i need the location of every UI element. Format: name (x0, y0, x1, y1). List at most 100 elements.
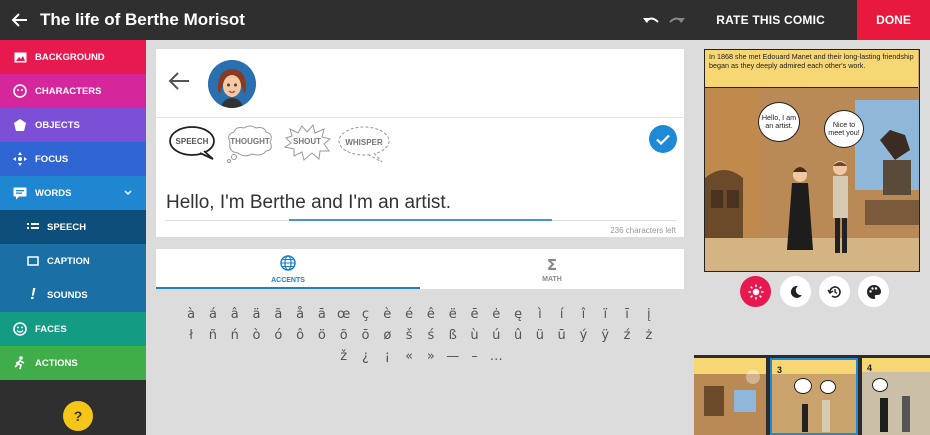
accent-char-button[interactable]: … (485, 349, 507, 364)
sidebar-item-background[interactable]: BACKGROUND (0, 40, 146, 74)
caption-box-icon (26, 254, 40, 268)
bubble-type-shout[interactable]: SHOUT (282, 124, 332, 164)
accent-char-button[interactable]: ù (464, 328, 486, 343)
redo-icon[interactable] (664, 0, 690, 40)
history-button[interactable] (819, 276, 850, 307)
comic-panel[interactable]: In 1868 she met Edouard Manet and their … (704, 49, 920, 272)
accent-char-button[interactable]: é (398, 307, 420, 322)
accent-char-button[interactable]: ā (311, 307, 333, 322)
accent-char-button[interactable]: à (180, 307, 202, 322)
panel-thumbnail[interactable] (694, 358, 766, 435)
tab-accents[interactable]: ACCENTS (156, 249, 420, 289)
sidebar-subitem-caption[interactable]: CAPTION (0, 244, 146, 278)
accent-char-button[interactable]: ō (355, 328, 377, 343)
accent-char-button[interactable]: ï (594, 307, 616, 322)
undo-icon[interactable] (638, 0, 664, 40)
help-button[interactable]: ? (63, 401, 93, 431)
sidebar-subitem-speech[interactable]: SPEECH (0, 210, 146, 244)
back-icon[interactable] (168, 67, 190, 98)
accent-char-button[interactable]: ú (485, 328, 507, 343)
face-icon (12, 83, 28, 99)
accent-char-button[interactable]: ÿ (594, 328, 616, 343)
accent-char-button[interactable]: ė (485, 307, 507, 322)
accent-char-button[interactable]: œ (333, 307, 355, 322)
tab-math[interactable]: Σ MATH (420, 249, 684, 289)
sidebar-item-words[interactable]: WORDS (0, 176, 146, 210)
accent-char-button[interactable]: « (398, 349, 420, 364)
bubble-type-speech[interactable]: SPEECH (168, 124, 216, 162)
accent-char-button[interactable]: į (638, 307, 660, 322)
character-avatar[interactable] (208, 60, 256, 108)
comic-caption[interactable]: In 1868 she met Edouard Manet and their … (705, 50, 918, 88)
accent-char-button[interactable]: ł (180, 328, 202, 343)
panel-thumbnail-strip: 3 4 (694, 355, 930, 435)
panel-thumbnail[interactable]: 4 (862, 358, 930, 435)
accent-char-button[interactable]: ñ (202, 328, 224, 343)
accent-char-button[interactable]: – (464, 349, 486, 364)
accent-char-button[interactable]: ž (333, 349, 355, 364)
accent-char-button[interactable]: ó (267, 328, 289, 343)
accent-char-button[interactable]: ý (573, 328, 595, 343)
night-mode-button[interactable] (780, 276, 811, 307)
accent-char-button[interactable]: ä (246, 307, 268, 322)
accent-char-button[interactable]: ē (464, 307, 486, 322)
speech-editor-card: SPEECH THOUGHT SHOUT WHISPER Hello, I'm … (156, 49, 684, 237)
accent-char-button[interactable]: ò (246, 328, 268, 343)
accent-char-button[interactable]: ź (616, 328, 638, 343)
panel-thumbnail-active[interactable]: 3 (770, 358, 858, 435)
accent-char-button[interactable]: ë (442, 307, 464, 322)
accent-char-button[interactable]: ż (638, 328, 660, 343)
bubble-type-thought[interactable]: THOUGHT (222, 124, 278, 164)
accent-char-button[interactable]: š (398, 328, 420, 343)
bubble-type-whisper[interactable]: WHISPER (336, 124, 392, 166)
accent-char-button[interactable]: ī (616, 307, 638, 322)
accent-char-button[interactable]: î (573, 307, 595, 322)
sun-icon (748, 284, 763, 299)
accent-char-button[interactable]: ô (289, 328, 311, 343)
speech-text-input[interactable]: Hello, I'm Berthe and I'm an artist. (166, 192, 676, 214)
accent-char-button[interactable]: ń (224, 328, 246, 343)
accent-char-button[interactable]: í (551, 307, 573, 322)
accent-char-button[interactable]: » (420, 349, 442, 364)
sidebar-item-objects[interactable]: OBJECTS (0, 108, 146, 142)
bubble-type-label: SPEECH (175, 136, 209, 146)
rate-comic-button[interactable]: RATE THIS COMIC (716, 13, 825, 27)
speech-bubble-right[interactable]: Nice to meet you! (824, 110, 864, 148)
moon-icon (790, 285, 802, 298)
accent-char-button[interactable]: ö (311, 328, 333, 343)
accent-char-button[interactable]: ç (355, 307, 377, 322)
accent-char-button[interactable]: ę (507, 307, 529, 322)
characters-left-counter: 236 characters left (610, 226, 676, 235)
sidebar-item-characters[interactable]: CHARACTERS (0, 74, 146, 108)
sidebar-subitem-sounds[interactable]: ! SOUNDS (0, 278, 146, 312)
accent-char-button[interactable]: è (376, 307, 398, 322)
accent-char-button[interactable]: — (442, 349, 464, 364)
brightness-button[interactable] (740, 276, 771, 307)
accent-char-button[interactable]: û (507, 328, 529, 343)
accent-char-button[interactable]: ¡ (376, 349, 398, 364)
confirm-check-button[interactable] (649, 125, 677, 153)
sidebar-item-focus[interactable]: FOCUS (0, 142, 146, 176)
more-options-icon[interactable] (746, 370, 760, 384)
accent-char-button[interactable]: ø (376, 328, 398, 343)
accent-char-button[interactable]: ¿ (355, 349, 377, 364)
tab-label: MATH (542, 275, 562, 283)
accent-char-button[interactable]: ś (420, 328, 442, 343)
accent-char-button[interactable]: ü (529, 328, 551, 343)
accent-char-button[interactable]: ū (551, 328, 573, 343)
speech-bubble-left[interactable]: Hello, I am an artist. (758, 102, 800, 142)
sidebar-item-actions[interactable]: ACTIONS (0, 346, 146, 380)
chevron-down-icon (124, 188, 132, 199)
accent-char-button[interactable]: å (289, 307, 311, 322)
accent-char-button[interactable]: õ (333, 328, 355, 343)
done-button[interactable]: DONE (857, 0, 930, 40)
accent-char-button[interactable]: ß (442, 328, 464, 343)
sidebar-item-faces[interactable]: FACES (0, 312, 146, 346)
accent-char-button[interactable]: ê (420, 307, 442, 322)
accent-char-button[interactable]: â (224, 307, 246, 322)
accent-char-button[interactable]: ì (529, 307, 551, 322)
accent-char-button[interactable]: ã (267, 307, 289, 322)
accent-char-button[interactable]: á (202, 307, 224, 322)
back-arrow-icon[interactable] (0, 0, 40, 40)
palette-button[interactable] (858, 276, 889, 307)
